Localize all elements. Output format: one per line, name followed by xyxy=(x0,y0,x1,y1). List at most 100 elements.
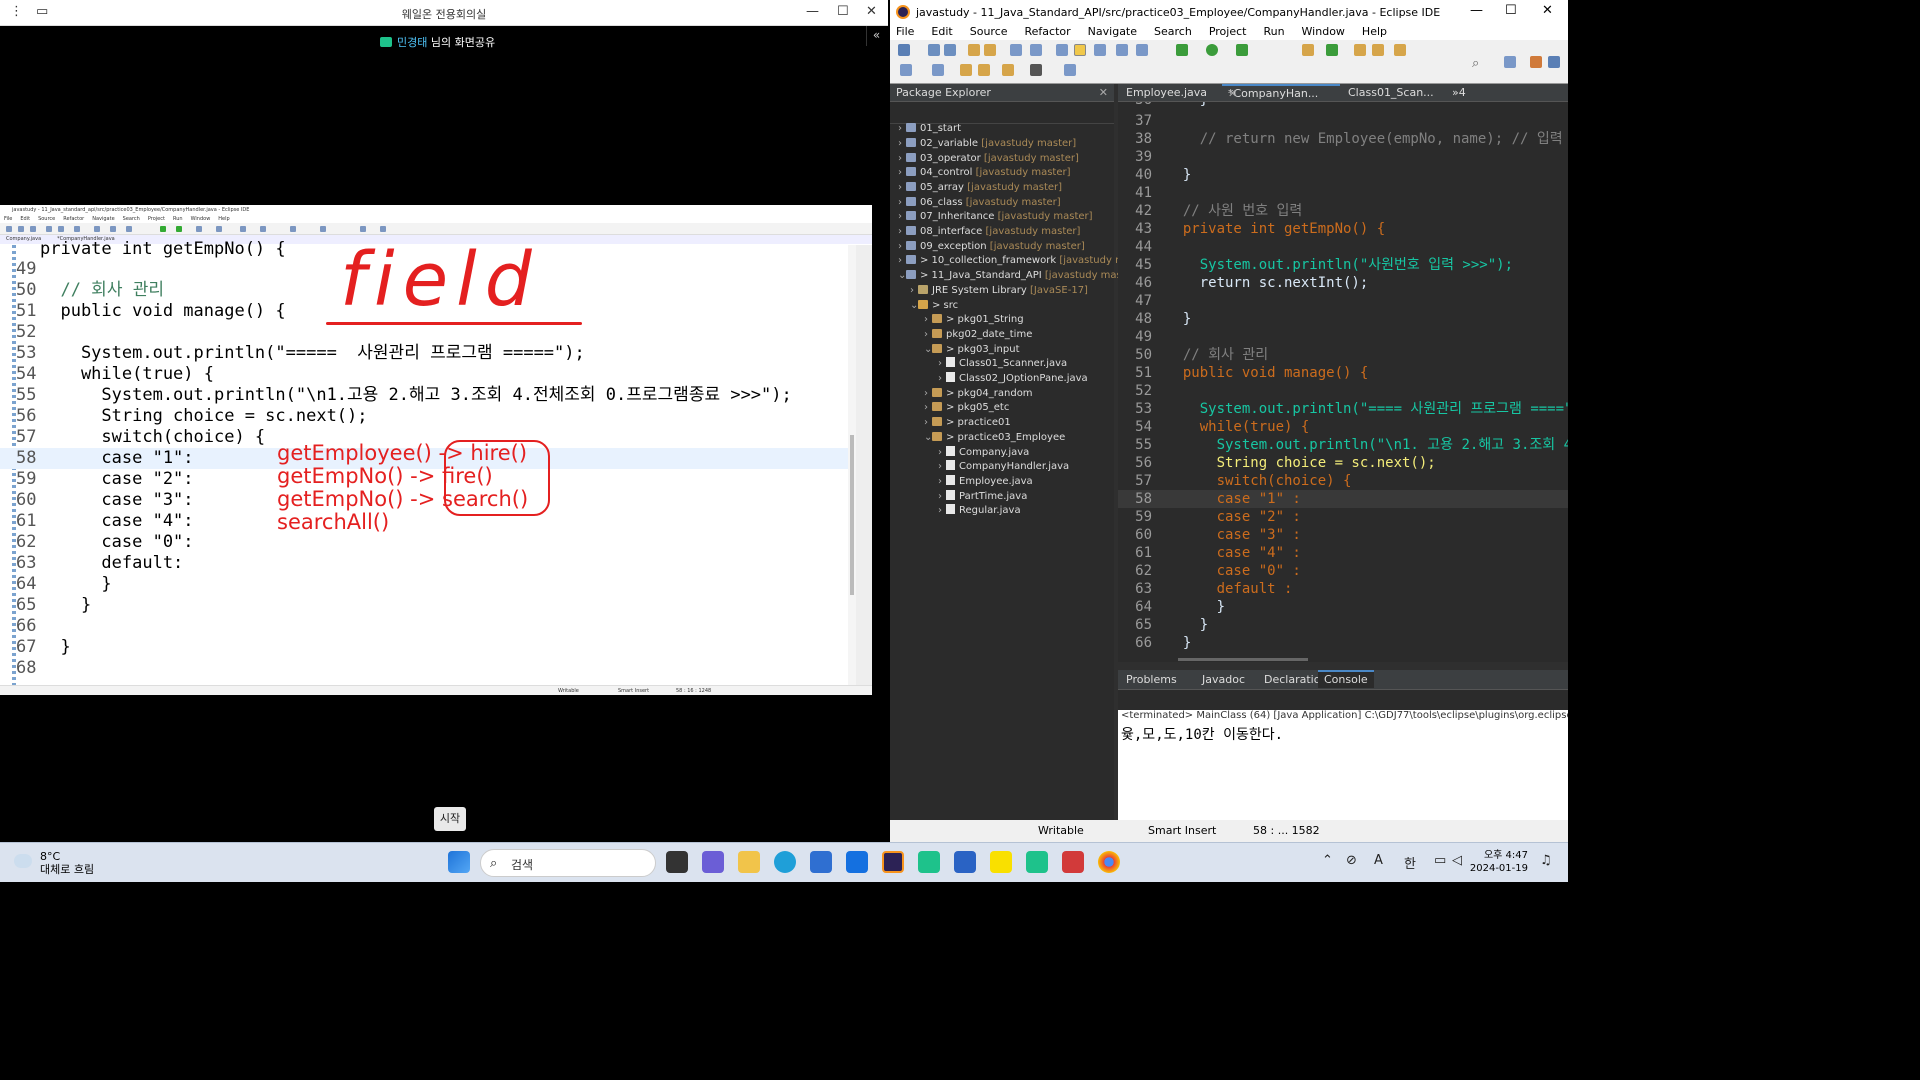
close-icon[interactable]: ✕ xyxy=(1228,86,1237,102)
tree-item[interactable]: ⌄ > 11_Java_Standard_API [javastudy maste… xyxy=(898,269,1140,283)
notification-bell-icon[interactable]: ♫ xyxy=(1540,853,1552,868)
tree-item[interactable]: › PartTime.java xyxy=(938,490,1027,504)
store-icon[interactable] xyxy=(810,851,832,873)
ime-lang[interactable]: A xyxy=(1374,853,1383,868)
chevron-up-icon[interactable]: ⌃ xyxy=(1322,853,1333,868)
external-tools-icon[interactable] xyxy=(1236,44,1248,56)
tree-item[interactable]: › 07_Inheritance [javastudy master] xyxy=(898,210,1093,224)
menu-refactor[interactable]: Refactor xyxy=(1025,25,1071,38)
tree-item[interactable]: › 05_array [javastudy master] xyxy=(898,181,1062,195)
file-explorer-icon[interactable] xyxy=(738,851,760,873)
tree-item[interactable]: › > practice01 xyxy=(924,416,1011,430)
horizontal-scrollbar[interactable] xyxy=(1178,658,1308,661)
open-type-icon[interactable] xyxy=(1302,44,1314,56)
debug-perspective-icon[interactable] xyxy=(1548,56,1560,68)
weather-widget[interactable]: 8°C 대체로 흐림 xyxy=(14,850,94,876)
mysql-icon[interactable] xyxy=(846,851,868,873)
chrome-icon[interactable] xyxy=(1098,851,1120,873)
save-all-icon[interactable] xyxy=(944,44,956,56)
edge-icon[interactable] xyxy=(774,851,796,873)
start-icon[interactable] xyxy=(448,851,470,873)
collapse-panel-button[interactable]: « xyxy=(866,26,886,46)
tab-employee[interactable]: Employee.java xyxy=(1126,84,1207,102)
new-icon[interactable] xyxy=(898,44,910,56)
speaker-icon[interactable]: ◁ xyxy=(1452,853,1462,868)
tree-item[interactable]: › 02_variable [javastudy master] xyxy=(898,137,1076,151)
notepad-icon[interactable] xyxy=(954,851,976,873)
tab-overflow[interactable]: »4 xyxy=(1452,84,1466,102)
ime-korean[interactable]: 한 xyxy=(1404,853,1416,872)
tab-console[interactable]: Console xyxy=(1318,670,1374,688)
highlight-icon[interactable] xyxy=(1074,44,1086,56)
redo-icon[interactable] xyxy=(984,44,996,56)
save-icon[interactable] xyxy=(928,44,940,56)
forward-icon[interactable] xyxy=(978,64,990,76)
close-icon[interactable]: ✕ xyxy=(866,4,877,19)
tree-item[interactable]: › CompanyHandler.java xyxy=(938,460,1069,474)
chat-icon[interactable] xyxy=(702,851,724,873)
menu-window[interactable]: Window xyxy=(1302,25,1345,38)
start-button[interactable]: 시작 xyxy=(434,807,466,831)
tab-companyhandler[interactable]: *CompanyHan... ✕ xyxy=(1222,84,1340,100)
tree-item[interactable]: › Regular.java xyxy=(938,504,1021,518)
tool-icon[interactable] xyxy=(1094,44,1106,56)
tree-item[interactable]: › Class01_Scanner.java xyxy=(938,357,1067,371)
whale-icon[interactable] xyxy=(918,851,940,873)
app-icon[interactable] xyxy=(1062,851,1084,873)
task-view-icon[interactable] xyxy=(666,851,688,873)
close-icon[interactable]: ✕ xyxy=(1099,84,1108,102)
run-icon[interactable] xyxy=(1206,44,1218,56)
tree-item[interactable]: › Company.java xyxy=(938,446,1029,460)
minimize-icon[interactable]: — xyxy=(1470,3,1483,18)
next-icon[interactable] xyxy=(1030,64,1042,76)
tab-class01[interactable]: Class01_Scan... xyxy=(1348,84,1434,102)
tool-icon[interactable] xyxy=(1030,44,1042,56)
maximize-icon[interactable]: ☐ xyxy=(1505,3,1517,18)
network-icon[interactable]: ⊘ xyxy=(1346,853,1357,868)
tree-item[interactable]: › > pkg01_String xyxy=(924,313,1024,327)
tree-item[interactable]: ⌄ > practice03_Employee xyxy=(924,431,1065,445)
editor-code[interactable]: 36 } 37 38 // return new Employee(empNo,… xyxy=(1118,102,1568,662)
tree-item[interactable]: › Class02_JOptionPane.java xyxy=(938,372,1088,386)
tab-javadoc[interactable]: Javadoc xyxy=(1202,670,1245,690)
tool-icon[interactable] xyxy=(900,64,912,76)
menu-run[interactable]: Run xyxy=(1263,25,1284,38)
open-folder-icon[interactable] xyxy=(1372,44,1384,56)
tool-icon[interactable] xyxy=(1064,64,1076,76)
tree-item[interactable]: ⌄ > pkg03_input xyxy=(924,343,1020,357)
tree-item[interactable]: › JRE System Library [JavaSE-17] xyxy=(910,284,1088,298)
minimize-icon[interactable]: — xyxy=(806,4,819,19)
display-icon[interactable]: ▭ xyxy=(1434,853,1446,868)
menu-navigate[interactable]: Navigate xyxy=(1088,25,1137,38)
tree-item[interactable]: › 03_operator [javastudy master] xyxy=(898,152,1079,166)
tool-icon[interactable] xyxy=(1010,44,1022,56)
debug-icon[interactable] xyxy=(1176,44,1188,56)
tool-icon[interactable] xyxy=(1136,44,1148,56)
tree-item[interactable]: › Employee.java xyxy=(938,475,1033,489)
back-icon[interactable] xyxy=(960,64,972,76)
java-perspective-icon[interactable] xyxy=(1530,56,1542,68)
pen-icon[interactable] xyxy=(1394,44,1406,56)
tree-item[interactable]: ⌄ > src xyxy=(910,299,958,313)
tab-problems[interactable]: Problems xyxy=(1126,670,1177,690)
search-icon[interactable]: ⌕ xyxy=(1472,56,1484,71)
tool-icon[interactable] xyxy=(932,64,944,76)
eclipse-taskbar-icon[interactable] xyxy=(882,851,904,873)
tool-icon[interactable] xyxy=(1116,44,1128,56)
menu-file[interactable]: File xyxy=(896,25,914,38)
tree-item[interactable]: › 08_interface [javastudy master] xyxy=(898,225,1080,239)
tree-item[interactable]: › 09_exception [javastudy master] xyxy=(898,240,1085,254)
menu-help[interactable]: Help xyxy=(1362,25,1387,38)
menu-search[interactable]: Search xyxy=(1154,25,1192,38)
menu-edit[interactable]: Edit xyxy=(931,25,952,38)
kakaotalk-icon[interactable] xyxy=(990,851,1012,873)
maximize-icon[interactable]: ☐ xyxy=(837,4,849,19)
prev-icon[interactable] xyxy=(1002,64,1014,76)
meeting-icon[interactable] xyxy=(1026,851,1048,873)
taskbar-search[interactable]: ⌕ 검색 xyxy=(480,849,656,877)
tree-item[interactable]: › > pkg04_random xyxy=(924,387,1033,401)
clock[interactable]: 오후 4:47 2024-01-19 xyxy=(1470,849,1528,875)
tool-icon[interactable] xyxy=(1326,44,1338,56)
perspective-icon[interactable] xyxy=(1504,56,1516,68)
menu-project[interactable]: Project xyxy=(1209,25,1247,38)
